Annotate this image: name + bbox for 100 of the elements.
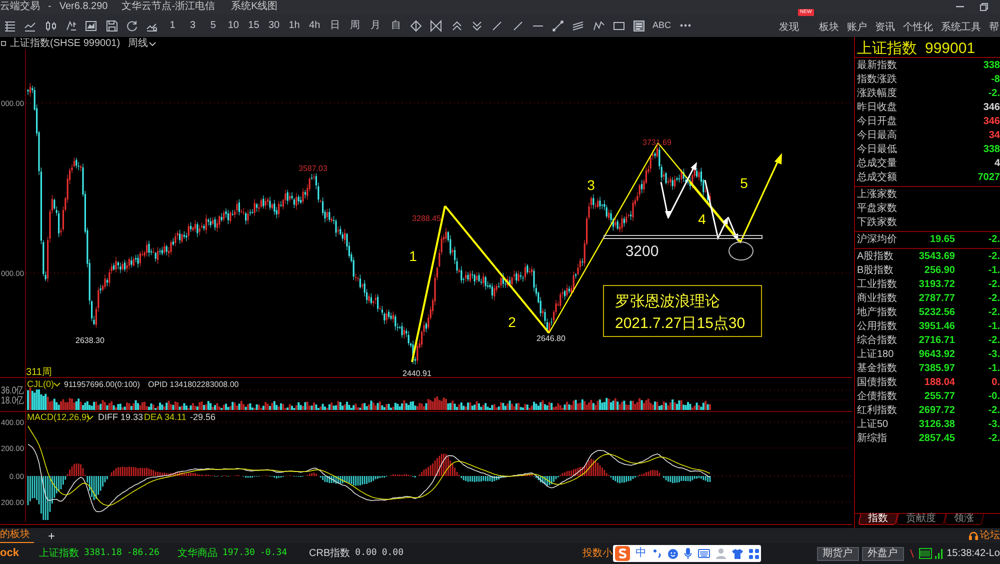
macd-reading: -29.56 (190, 412, 216, 422)
period-dropdown[interactable]: 周线 (128, 38, 156, 48)
period-button[interactable]: 5 (202, 14, 224, 37)
wave-number: 1 (409, 248, 417, 264)
quote-tab[interactable]: 领涨 (944, 514, 984, 525)
quote-change: -2. (988, 280, 1000, 290)
quote-value: -2. (988, 89, 1000, 99)
connection-status-icon[interactable] (918, 548, 932, 559)
grid-icon[interactable] (748, 548, 759, 558)
list-icon[interactable] (4, 20, 16, 32)
rectangle-icon[interactable] (613, 20, 626, 32)
smiley-icon[interactable] (668, 548, 678, 558)
support-level-label: 3200 (625, 243, 659, 260)
quote-change: -1. (988, 266, 1000, 276)
menu-item[interactable]: 账户 (847, 22, 867, 32)
extreme-price-label: 3731.69 (642, 138, 672, 147)
period-button[interactable]: 4h (304, 14, 325, 37)
headphones-icon[interactable] (969, 531, 978, 540)
diagonal-line-icon[interactable] (491, 20, 504, 32)
minimize-icon[interactable] (956, 6, 964, 8)
text-tool-button[interactable]: ABC (650, 14, 674, 37)
period-button[interactable]: 10 (223, 14, 244, 37)
quote-label: 沪深均价 (857, 235, 897, 245)
zigzag-icon[interactable] (592, 20, 605, 32)
keyboard-icon[interactable] (698, 549, 710, 558)
partial-label: 投数小 (582, 548, 613, 558)
period-button[interactable]: 周 (345, 14, 366, 37)
caret-icon (149, 42, 156, 46)
quote-value: 2787.77 (918, 294, 955, 304)
input-method-logo-icon[interactable] (614, 546, 630, 561)
bowtie-icon[interactable] (430, 20, 442, 32)
quote-tab[interactable]: 指数 (858, 514, 898, 525)
quote-label: 上涨家数 (857, 190, 897, 200)
period-button[interactable]: 3 (182, 14, 203, 37)
quote-label: 最新指数 (857, 61, 897, 71)
window-title: 系统K线图 (231, 2, 278, 12)
logo-text: ock (0, 548, 19, 559)
menu-item[interactable]: 帮 (989, 22, 999, 32)
period-button[interactable]: 15 (244, 14, 264, 37)
app-name: 云端交易 (0, 2, 40, 12)
quote-label: 国债指数 (857, 378, 897, 388)
ticker-name[interactable]: CRB指数 (309, 548, 350, 558)
line-chart-icon[interactable] (24, 20, 36, 32)
macd-indicator-name[interactable]: MACD(12,26,9) (27, 412, 90, 422)
period-button[interactable]: 月 (365, 14, 386, 37)
account-button[interactable]: 外盘户 (862, 546, 904, 560)
text-box-icon[interactable] (633, 20, 646, 32)
account-button[interactable]: 期货户 (816, 546, 859, 560)
quote-label: A股指数 (857, 252, 895, 262)
double-chevron-up-icon[interactable] (450, 20, 463, 32)
quote-change: -3. (988, 420, 1000, 430)
period-button[interactable]: 自 (386, 14, 406, 37)
line-segment-icon[interactable] (552, 20, 564, 32)
formula-icon[interactable] (65, 20, 78, 32)
symbol-title: 上证指数(SHSE 999001) (10, 38, 120, 48)
input-mode-label[interactable]: 中 (636, 548, 647, 559)
menu-item[interactable]: 个性化 (903, 22, 933, 32)
quote-tab[interactable]: 贡献度 (896, 514, 946, 525)
punctuation-icon[interactable] (652, 549, 662, 558)
save-icon[interactable] (106, 20, 118, 32)
parallel-lines-icon[interactable] (572, 20, 584, 32)
refresh-icon[interactable] (126, 20, 138, 32)
quote-label: 昨日收盘 (857, 103, 897, 113)
period-button[interactable]: 1 (162, 14, 183, 37)
more-icon[interactable] (680, 24, 692, 27)
menu-item[interactable]: 资讯 (875, 22, 895, 32)
caret-icon[interactable] (54, 382, 60, 387)
square-icon[interactable] (1, 41, 6, 46)
quote-label: 指数涨跌 (857, 75, 897, 85)
quote-label: 企债指数 (857, 392, 897, 402)
shirt-icon[interactable] (732, 548, 743, 558)
microphone-icon[interactable] (684, 548, 692, 559)
menu-item[interactable]: 发现 (779, 22, 799, 32)
quote-label: 平盘家数 (857, 204, 897, 214)
quote-change: 0. (992, 378, 1000, 388)
double-chevron-down-icon[interactable] (470, 20, 483, 32)
forum-link[interactable]: 论坛 (980, 530, 1000, 540)
quote-value: 3126.38 (918, 420, 955, 430)
quote-change: -1. (988, 364, 1000, 374)
ticker-price: 0.00 (355, 549, 377, 558)
menu-item[interactable]: 系统工具 (941, 22, 981, 32)
period-button[interactable]: 1h (284, 14, 304, 37)
ticker-name[interactable]: 文华商品 (177, 548, 218, 558)
diamond-icon[interactable] (410, 20, 422, 32)
add-tab-button[interactable]: + (48, 530, 56, 542)
quote-label: B股指数 (857, 266, 895, 276)
restore-icon[interactable] (980, 3, 988, 11)
candlestick-icon[interactable] (44, 20, 57, 32)
quote-name: 上证指数 (857, 41, 917, 56)
period-button[interactable]: 30 (264, 14, 284, 37)
diagonal-line-icon[interactable] (512, 20, 524, 32)
menu-item[interactable]: 板块 (819, 22, 839, 32)
image-icon[interactable] (85, 20, 98, 32)
quote-value: 34 (988, 131, 1000, 141)
wave-number: 5 (740, 175, 748, 191)
quote-change: -2. (988, 434, 1000, 444)
quote-label: 地产指数 (857, 308, 897, 318)
period-button[interactable]: 日 (324, 14, 346, 37)
quote-label: 红利指数 (857, 406, 897, 416)
ticker-name[interactable]: 上证指数 (38, 548, 79, 558)
